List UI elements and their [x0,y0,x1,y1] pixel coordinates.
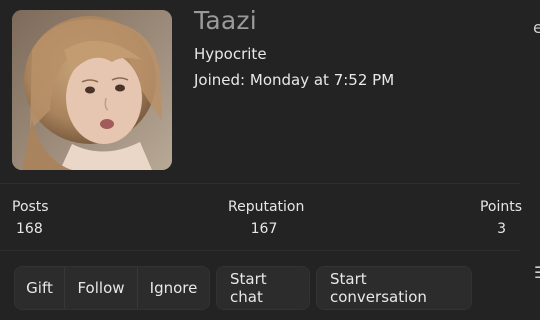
start-chat-button[interactable]: Start chat [217,267,309,309]
stat-posts-value[interactable]: 168 [12,221,49,237]
stat-reputation-label: Reputation [228,199,305,215]
ignore-button[interactable]: Ignore [137,267,209,309]
member-card: Taazi Hypocrite Joined: Monday at 7:52 P… [0,0,540,320]
start-chat-group: Start chat [216,266,310,310]
stat-reputation: Reputation 167 [228,199,305,237]
user-title: Hypocrite [194,45,267,63]
stat-points-label: Points [479,199,522,215]
stat-posts-label: Posts [12,199,49,215]
menu-icon[interactable]: ☰ [534,263,540,282]
start-conversation-group: Start conversation [316,266,472,310]
stat-points: Points 3 [472,199,522,237]
stat-reputation-value: 167 [250,221,278,237]
stat-posts[interactable]: Posts 168 [12,199,49,237]
member-actions-group: Gift Follow Ignore [14,266,210,310]
joined-label: Joined: [194,71,246,89]
follow-button[interactable]: Follow [64,267,137,309]
gift-button[interactable]: Gift [15,267,64,309]
divider [0,250,520,251]
username[interactable]: Taazi [194,6,257,35]
divider [0,183,520,184]
avatar[interactable] [12,10,172,170]
avatar-image [12,10,172,170]
stat-points-value: 3 [497,221,506,237]
edge-text-fragment: e [533,18,540,37]
start-conversation-button[interactable]: Start conversation [317,267,471,309]
joined-info: Joined: Monday at 7:52 PM [194,71,394,89]
joined-value: Monday at 7:52 PM [249,71,395,89]
